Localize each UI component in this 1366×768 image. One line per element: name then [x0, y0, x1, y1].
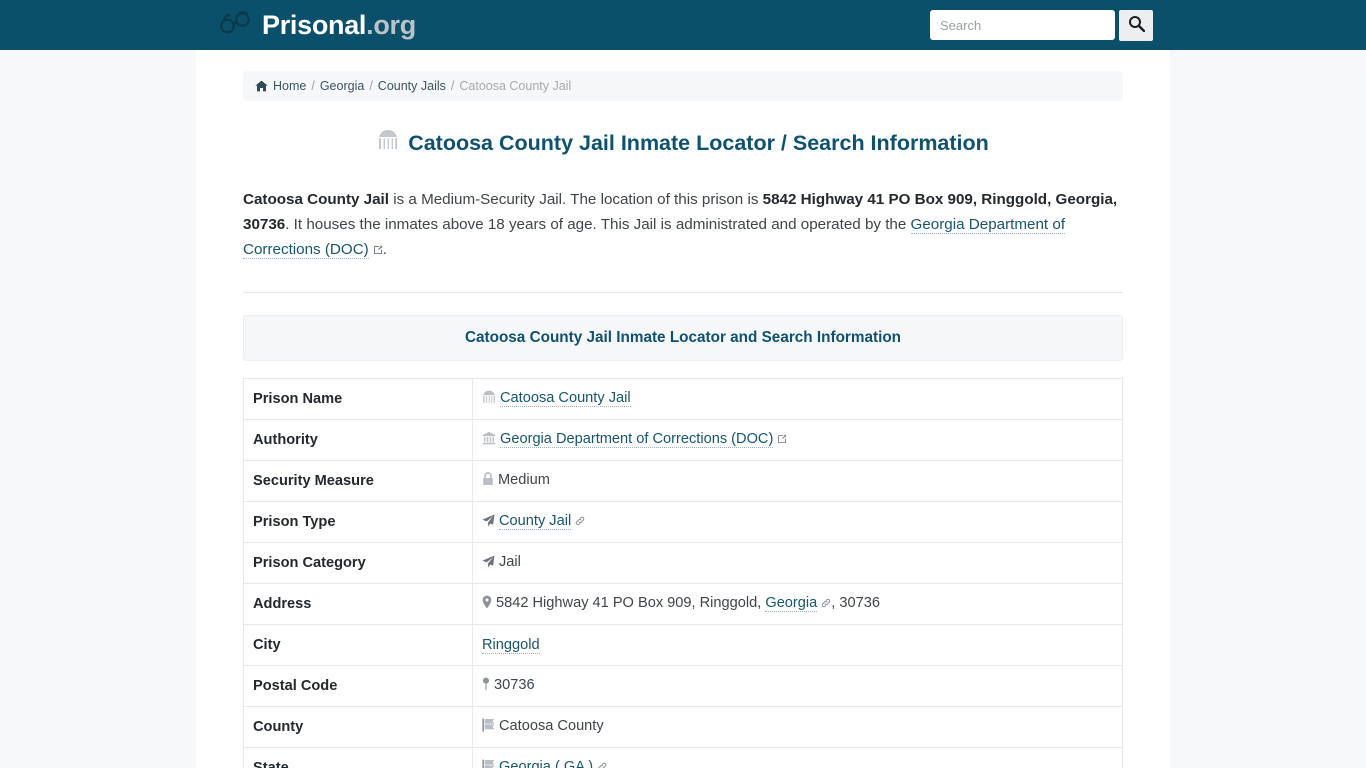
- brand-tld: .org: [366, 9, 416, 40]
- breadcrumb-current: Catoosa County Jail: [459, 79, 572, 93]
- table-row: City Ringgold: [243, 624, 1123, 667]
- row-value-address: 5842 Highway 41 PO Box 909, Ringgold, Ge…: [472, 583, 1123, 626]
- row-key-county: County: [243, 706, 473, 749]
- page-title-text: Catoosa County Jail Inmate Locator / Sea…: [408, 130, 989, 155]
- row-key-prison-name: Prison Name: [243, 378, 473, 421]
- intro-text-2: . It houses the inmates above 18 years o…: [285, 215, 911, 233]
- table-row: Postal Code 30736: [243, 665, 1123, 708]
- postal-code-value: 30736: [494, 677, 535, 694]
- row-value-prison-category: Jail: [472, 542, 1123, 585]
- intro-text-3: .: [382, 240, 387, 258]
- link-icon: [597, 760, 607, 768]
- row-value-state: Georgia ( GA ): [472, 747, 1123, 768]
- authority-link[interactable]: Georgia Department of Corrections (DOC): [500, 431, 774, 449]
- table-row: Prison Type County Jail: [243, 501, 1123, 544]
- page-title: Catoosa County Jail Inmate Locator / Sea…: [243, 129, 1123, 158]
- security-measure-value: Medium: [498, 472, 550, 489]
- paper-plane-icon: [482, 555, 495, 572]
- link-icon: [821, 596, 831, 612]
- intro-prison-name: Catoosa County Jail: [243, 190, 389, 208]
- flag-icon: [482, 759, 495, 768]
- breadcrumb-separator: /: [450, 79, 455, 93]
- row-key-address: Address: [243, 583, 473, 626]
- row-key-city: City: [243, 624, 473, 667]
- table-row: County Catoosa County: [243, 706, 1123, 749]
- breadcrumb-item-georgia[interactable]: Georgia: [320, 79, 364, 93]
- breadcrumb-item-home[interactable]: Home: [273, 79, 306, 93]
- content-area: Home / Georgia / County Jails / Catoosa …: [243, 50, 1123, 768]
- home-icon: [255, 80, 268, 92]
- table-row: Security Measure Medium: [243, 460, 1123, 503]
- prison-type-link[interactable]: County Jail: [499, 513, 572, 531]
- county-value: Catoosa County: [499, 718, 604, 735]
- page-container: Home / Georgia / County Jails / Catoosa …: [196, 50, 1170, 768]
- row-value-postal-code: 30736: [472, 665, 1123, 708]
- brand-wordmark: Prisonal.org: [262, 9, 416, 40]
- row-value-prison-type: County Jail: [472, 501, 1123, 544]
- table-caption: Catoosa County Jail Inmate Locator and S…: [243, 315, 1123, 362]
- city-link[interactable]: Ringgold: [482, 637, 540, 655]
- row-key-prison-category: Prison Category: [243, 542, 473, 585]
- row-key-postal-code: Postal Code: [243, 665, 473, 708]
- row-value-county: Catoosa County: [472, 706, 1123, 749]
- search-submit-button[interactable]: [1119, 9, 1153, 41]
- breadcrumb-separator: /: [369, 79, 373, 93]
- row-value-authority: Georgia Department of Corrections (DOC): [472, 419, 1123, 462]
- breadcrumb: Home / Georgia / County Jails / Catoosa …: [243, 71, 1123, 101]
- table-row: Address 5842 Highway 41 PO Box 909, Ring…: [243, 583, 1123, 626]
- table-row: Prison Category Jail: [243, 542, 1123, 585]
- row-key-prison-type: Prison Type: [243, 501, 473, 544]
- table-row: Authority Georgia Department of Correcti…: [243, 419, 1123, 462]
- search-input[interactable]: [930, 10, 1115, 40]
- breadcrumb-item-county-jails[interactable]: County Jails: [378, 79, 446, 93]
- state-link[interactable]: Georgia ( GA ): [499, 759, 594, 768]
- link-icon: [575, 514, 585, 530]
- table-row: State Georgia ( GA ): [243, 747, 1123, 768]
- prison-info-table: Prison Name Catoosa County Jail Authorit…: [243, 378, 1123, 768]
- prison-name-link[interactable]: Catoosa County Jail: [500, 390, 631, 408]
- brand-logo-link[interactable]: Prisonal.org: [218, 10, 416, 41]
- handcuffs-icon: [218, 10, 252, 41]
- jail-building-icon: [482, 390, 496, 408]
- paper-plane-icon: [482, 514, 495, 531]
- address-prefix: 5842 Highway 41 PO Box 909, Ringgold,: [496, 595, 766, 612]
- row-key-security-measure: Security Measure: [243, 460, 473, 503]
- section-divider: [243, 292, 1123, 294]
- row-key-state: State: [243, 747, 473, 768]
- address-state-link[interactable]: Georgia: [765, 595, 818, 613]
- row-key-authority: Authority: [243, 419, 473, 462]
- brand-name: Prisonal: [262, 9, 367, 40]
- search-icon: [1128, 15, 1145, 35]
- address-suffix: , 30736: [831, 595, 880, 612]
- map-marker-icon: [482, 595, 492, 613]
- table-row: Prison Name Catoosa County Jail: [243, 378, 1123, 421]
- row-value-city: Ringgold: [472, 624, 1123, 667]
- intro-text-1: is a Medium-Security Jail. The location …: [389, 190, 763, 208]
- breadcrumb-separator: /: [311, 79, 315, 93]
- flag-icon: [482, 718, 495, 736]
- external-link-icon: [777, 432, 787, 448]
- row-value-prison-name: Catoosa County Jail: [472, 378, 1123, 421]
- jail-building-icon: [377, 129, 399, 158]
- lock-icon: [482, 472, 494, 490]
- site-header: Prisonal.org: [0, 0, 1366, 50]
- row-value-security-measure: Medium: [472, 460, 1123, 503]
- search-form: [930, 9, 1153, 41]
- external-link-icon: [373, 238, 383, 263]
- map-pin-icon: [482, 677, 490, 695]
- intro-paragraph: Catoosa County Jail is a Medium-Security…: [243, 187, 1123, 263]
- bank-icon: [482, 431, 496, 449]
- prison-category-value: Jail: [499, 554, 521, 571]
